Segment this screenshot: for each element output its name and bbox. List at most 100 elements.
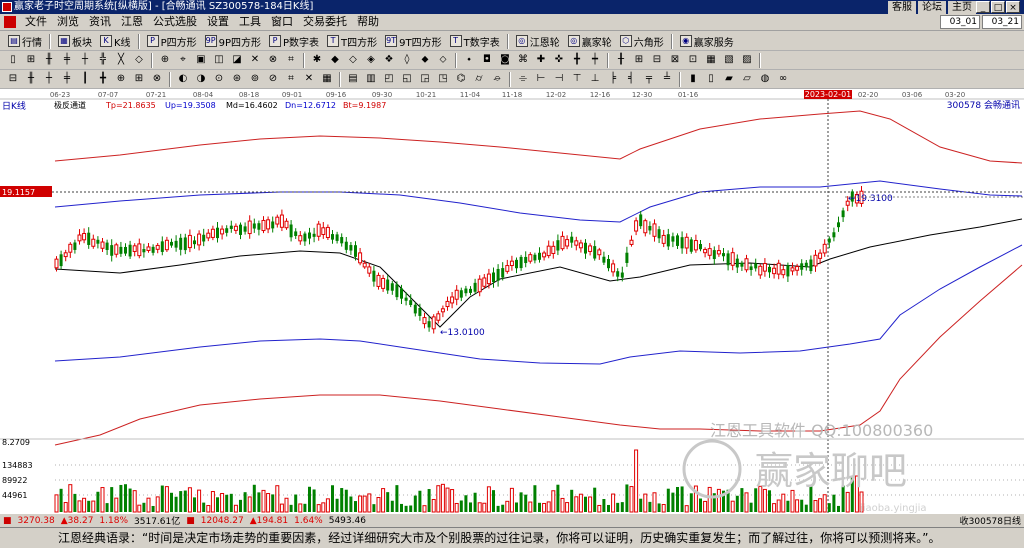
drawing-tool-icon[interactable]: ⊞ (24, 53, 38, 67)
analysis-tool-icon[interactable]: ⊕ (114, 72, 128, 86)
toolbar-button-square-9p[interactable]: 9P 9P四方形 (201, 33, 265, 50)
kline-chart[interactable]: 06-23 07-07 07-21 08-04 08-18 09-01 09-16 09-30… (0, 89, 1024, 513)
analysis-tool-icon[interactable]: ⌗ (284, 72, 298, 86)
analysis-tool-icon[interactable]: ⊢ (534, 72, 548, 86)
drawing-tool-icon[interactable]: ◫ (212, 53, 226, 67)
drawing-tool-icon[interactable]: ⬩ (462, 53, 476, 67)
analysis-tool-icon[interactable]: ⊛ (230, 72, 244, 86)
analysis-tool-icon[interactable]: ▰ (722, 72, 736, 86)
close-icon[interactable]: × (1006, 1, 1020, 13)
drawing-tool-icon[interactable]: ✚ (534, 53, 548, 67)
minimize-icon[interactable]: _ (976, 1, 990, 13)
drawing-tool-icon[interactable]: ╳ (114, 53, 128, 67)
toolbar-button-winner-wheel[interactable]: ◎ 赢家轮 (564, 33, 616, 50)
analysis-tool-icon[interactable]: ┼ (42, 72, 56, 86)
analysis-tool-icon[interactable]: ⌭ (472, 72, 486, 86)
drawing-tool-icon[interactable]: ⌗ (284, 53, 298, 67)
analysis-tool-icon[interactable]: ⊘ (266, 72, 280, 86)
drawing-tool-icon[interactable]: ◈ (364, 53, 378, 67)
analysis-tool-icon[interactable]: ⌮ (490, 72, 504, 86)
chart-area[interactable]: 06-23 07-07 07-21 08-04 08-18 09-01 09-16 09-30… (0, 89, 1024, 513)
toolbar-button-square-p[interactable]: P P四方形 (143, 33, 201, 50)
drawing-tool-icon[interactable]: ◆ (328, 53, 342, 67)
drawing-tool-icon[interactable]: ⬦ (436, 53, 450, 67)
analysis-tool-icon[interactable]: ⊚ (248, 72, 262, 86)
analysis-tool-icon[interactable]: ◑ (194, 72, 208, 86)
menu-browse[interactable]: 浏览 (52, 14, 84, 30)
drawing-tool-icon[interactable]: ⌖ (176, 53, 190, 67)
analysis-tool-icon[interactable]: ╤ (642, 72, 656, 86)
maximize-icon[interactable]: □ (991, 1, 1005, 13)
analysis-tool-icon[interactable]: ◱ (400, 72, 414, 86)
analysis-tool-icon[interactable]: ╫ (24, 72, 38, 86)
toolbar-button-square-tnum[interactable]: T T数字表 (446, 33, 504, 50)
toolbar-button-gann-wheel[interactable]: ◎ 江恩轮 (512, 33, 564, 50)
drawing-tool-icon[interactable]: ▯ (6, 53, 20, 67)
drawing-tool-icon[interactable]: ✜ (552, 53, 566, 67)
analysis-tool-icon[interactable]: ▯ (704, 72, 718, 86)
analysis-tool-icon[interactable]: ◲ (418, 72, 432, 86)
toolbar-button-square-9t[interactable]: 9T 9T四方形 (381, 33, 445, 50)
drawing-tool-icon[interactable]: ┿ (588, 53, 602, 67)
drawing-tool-icon[interactable]: ✱ (310, 53, 324, 67)
drawing-tool-icon[interactable]: ┼ (78, 53, 92, 67)
drawing-tool-icon[interactable]: ◊ (400, 53, 414, 67)
menu-file[interactable]: 文件 (20, 14, 52, 30)
analysis-tool-icon[interactable]: ╋ (96, 72, 110, 86)
menu-trade[interactable]: 交易委托 (298, 14, 352, 30)
analysis-tool-icon[interactable]: ⊙ (212, 72, 226, 86)
analysis-tool-icon[interactable]: ∞ (776, 72, 790, 86)
toolbar-button-square-t[interactable]: T T四方形 (323, 33, 381, 50)
drawing-tool-icon[interactable]: ╬ (96, 53, 110, 67)
analysis-tool-icon[interactable]: ╡ (624, 72, 638, 86)
menu-settings[interactable]: 设置 (202, 14, 234, 30)
analysis-tool-icon[interactable]: ⊥ (588, 72, 602, 86)
drawing-tool-icon[interactable]: ◘ (480, 53, 494, 67)
drawing-tool-icon[interactable]: ◇ (132, 53, 146, 67)
menu-info[interactable]: 资讯 (84, 14, 116, 30)
link-forum[interactable]: 论坛 (918, 1, 946, 14)
date-select-2[interactable]: 03_21 (982, 15, 1022, 29)
toolbar-button-kline[interactable]: K K线 (96, 33, 135, 50)
analysis-tool-icon[interactable]: ▤ (346, 72, 360, 86)
drawing-tool-icon[interactable]: ◇ (346, 53, 360, 67)
analysis-tool-icon[interactable]: ⊤ (570, 72, 584, 86)
toolbar-button-hexagon[interactable]: ⬡ 六角形 (616, 33, 668, 50)
drawing-tool-icon[interactable]: ⊠ (668, 53, 682, 67)
drawing-tool-icon[interactable]: ⊟ (650, 53, 664, 67)
analysis-tool-icon[interactable]: ▱ (740, 72, 754, 86)
menu-tools[interactable]: 工具 (234, 14, 266, 30)
toolbar-button-block[interactable]: ▦ 板块 (54, 33, 96, 50)
drawing-tool-icon[interactable]: ╋ (570, 53, 584, 67)
drawing-tool-icon[interactable]: ╪ (60, 53, 74, 67)
drawing-tool-icon[interactable]: ▦ (704, 53, 718, 67)
analysis-tool-icon[interactable]: ✕ (302, 72, 316, 86)
analysis-tool-icon[interactable]: ⊟ (6, 72, 20, 86)
drawing-tool-icon[interactable]: ╫ (42, 53, 56, 67)
drawing-tool-icon[interactable]: ╂ (614, 53, 628, 67)
analysis-tool-icon[interactable]: ◍ (758, 72, 772, 86)
drawing-tool-icon[interactable]: ◙ (498, 53, 512, 67)
drawing-tool-icon[interactable]: ▨ (740, 53, 754, 67)
drawing-tool-icon[interactable]: ⬥ (418, 53, 432, 67)
analysis-tool-icon[interactable]: ▦ (320, 72, 334, 86)
menu-help[interactable]: 帮助 (352, 14, 384, 30)
drawing-tool-icon[interactable]: ⊕ (158, 53, 172, 67)
analysis-tool-icon[interactable]: ▥ (364, 72, 378, 86)
toolbar-button-list[interactable]: ▤ 行情 (4, 33, 46, 50)
analysis-tool-icon[interactable]: ⌯ (516, 72, 530, 86)
drawing-tool-icon[interactable]: ⊞ (632, 53, 646, 67)
analysis-tool-icon[interactable]: ╪ (60, 72, 74, 86)
drawing-tool-icon[interactable]: ◪ (230, 53, 244, 67)
analysis-tool-icon[interactable]: ╞ (606, 72, 620, 86)
analysis-tool-icon[interactable]: ◰ (382, 72, 396, 86)
drawing-tool-icon[interactable]: ⊗ (266, 53, 280, 67)
menu-window[interactable]: 窗口 (266, 14, 298, 30)
analysis-tool-icon[interactable]: ⊞ (132, 72, 146, 86)
analysis-tool-icon[interactable]: ▮ (686, 72, 700, 86)
drawing-tool-icon[interactable]: ▣ (194, 53, 208, 67)
date-select-1[interactable]: 03_01 (940, 15, 980, 29)
toolbar-button-service[interactable]: ◉ 赢家服务 (676, 33, 738, 50)
link-home[interactable]: 主页 (948, 1, 976, 14)
analysis-tool-icon[interactable]: ⊣ (552, 72, 566, 86)
